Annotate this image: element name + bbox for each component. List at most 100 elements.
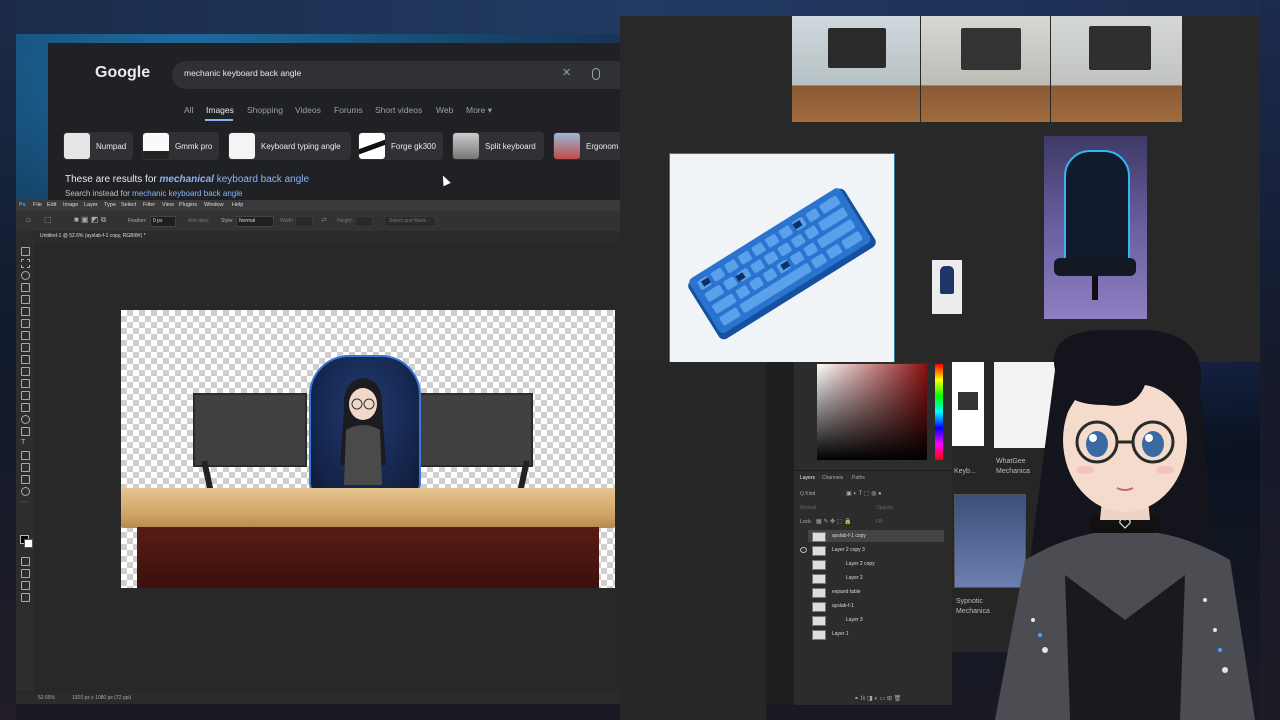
zoom-tool-icon[interactable] <box>21 487 30 496</box>
menu-select[interactable]: Select <box>121 202 136 208</box>
layer-filter-icons[interactable]: ▣ ◐ T ⬚ ◍ ● <box>846 490 882 497</box>
tab-videos[interactable]: Videos <box>295 105 321 115</box>
blur-tool-icon[interactable] <box>21 403 30 412</box>
result-label[interactable]: Keyb... <box>954 468 976 475</box>
menu-filter[interactable]: Filter <box>143 202 155 208</box>
quick-mask-icon[interactable] <box>21 557 30 566</box>
hue-slider[interactable] <box>935 364 943 460</box>
microphone-icon[interactable] <box>592 68 600 80</box>
color-saturation-field[interactable] <box>817 364 927 460</box>
chip-gmmk-pro[interactable]: Gmmk pro <box>142 132 219 160</box>
small-chair-photo[interactable] <box>932 260 962 314</box>
tab-forums[interactable]: Forums <box>334 105 363 115</box>
corrected-word-link[interactable]: mechanical <box>159 174 213 185</box>
reference-monitor-photo-1[interactable] <box>792 16 920 122</box>
layer-filter-kind[interactable]: Q Kind <box>800 491 815 497</box>
chip-forge-gk300[interactable]: Forge gk300 <box>358 132 443 160</box>
tab-paths[interactable]: Paths <box>852 475 865 481</box>
layer-row[interactable]: Layer 3 <box>808 614 944 626</box>
zoom-level[interactable]: 52.65% <box>38 695 55 701</box>
reference-monitor-photo-2[interactable] <box>921 16 1050 122</box>
search-box[interactable]: mechanic keyboard back angle ✕ <box>172 61 620 89</box>
layer-row[interactable]: Layer 2 copy 3 <box>800 544 944 556</box>
frame-tool-icon[interactable] <box>21 307 30 316</box>
eraser-tool-icon[interactable] <box>21 379 30 388</box>
menu-plugins[interactable]: Plugins <box>179 202 197 208</box>
lock-icons[interactable]: ▦ ✎ ✥ ⬚ 🔒 <box>816 518 852 525</box>
rectangle-tool-icon[interactable] <box>21 463 30 472</box>
path-selection-tool-icon[interactable] <box>21 451 30 460</box>
menu-help[interactable]: Help <box>232 202 243 208</box>
width-input[interactable] <box>295 216 313 227</box>
chip-ergonomic[interactable]: Ergonom <box>553 132 620 160</box>
home-icon[interactable]: ⌂ <box>26 215 31 224</box>
google-logo[interactable]: Google <box>95 64 150 82</box>
type-tool-icon[interactable]: T <box>21 439 28 446</box>
move-tool-icon[interactable] <box>21 247 30 256</box>
hand-tool-icon[interactable] <box>21 475 30 484</box>
chip-numpad[interactable]: Numpad <box>63 132 133 160</box>
menu-edit[interactable]: Edit <box>47 202 56 208</box>
screen-mode-icon[interactable] <box>21 569 30 578</box>
tab-channels[interactable]: Channels <box>822 475 843 481</box>
edit-toolbar-icon[interactable] <box>21 593 30 602</box>
select-and-mask-button[interactable]: Select and Mask... <box>384 216 436 227</box>
search-instead-link[interactable]: mechanic keyboard back angle <box>132 189 242 198</box>
feather-input[interactable]: 0 px <box>150 216 176 227</box>
document-canvas[interactable] <box>121 310 615 588</box>
document-tab[interactable]: Untitled-1 @ 52.6% (ayslab-f-1 copy, RGB… <box>40 233 146 243</box>
artboard-icon[interactable] <box>21 581 30 590</box>
menu-view[interactable]: View <box>162 202 174 208</box>
healing-brush-tool-icon[interactable] <box>21 331 30 340</box>
eyedropper-tool-icon[interactable] <box>21 319 30 328</box>
tab-all[interactable]: All <box>184 105 193 115</box>
more-tools-icon[interactable]: ··· <box>21 499 28 506</box>
menu-window[interactable]: Window <box>204 202 224 208</box>
tab-images[interactable]: Images <box>206 105 234 115</box>
corrected-rest-link[interactable]: keyboard back angle <box>214 174 309 185</box>
swap-icon[interactable]: ⇄ <box>321 216 327 224</box>
search-input[interactable]: mechanic keyboard back angle <box>184 68 301 78</box>
selection-mode-icons[interactable]: ■ ▣ ◩ ⧉ <box>74 215 106 225</box>
height-input[interactable] <box>355 216 373 227</box>
clone-stamp-tool-icon[interactable] <box>21 355 30 364</box>
layer-row[interactable]: ayslab-f-1 copy <box>808 530 944 542</box>
lasso-tool-icon[interactable] <box>21 271 30 280</box>
reference-keyboard-thumb[interactable] <box>952 362 984 446</box>
chip-keyboard-typing-angle[interactable]: Keyboard typing angle <box>228 132 351 160</box>
blend-mode-select[interactable]: Normal <box>800 505 816 511</box>
layer-action-icons[interactable]: ⚭ fx ◨ ◐ ▭ ⊞ 🗑 <box>854 695 901 702</box>
tab-more[interactable]: More ▾ <box>466 105 492 116</box>
tab-short-videos[interactable]: Short videos <box>375 105 422 115</box>
menu-type[interactable]: Type <box>104 202 116 208</box>
menu-image[interactable]: Image <box>63 202 78 208</box>
background-color-swatch[interactable] <box>24 539 33 548</box>
tab-web[interactable]: Web <box>436 105 453 115</box>
menu-file[interactable]: File <box>33 202 42 208</box>
layer-row[interactable]: Layer 1 <box>808 628 944 640</box>
menu-layer[interactable]: Layer <box>84 202 98 208</box>
dodge-tool-icon[interactable] <box>21 415 30 424</box>
clear-icon[interactable]: ✕ <box>562 66 571 79</box>
eye-icon[interactable] <box>800 547 807 553</box>
chip-split-keyboard[interactable]: Split keyboard <box>452 132 544 160</box>
reference-monitor-photo-3[interactable] <box>1051 16 1182 122</box>
history-brush-tool-icon[interactable] <box>21 367 30 376</box>
pen-tool-icon[interactable] <box>21 427 30 436</box>
marquee-tool-icon[interactable] <box>21 259 30 268</box>
crop-tool-icon[interactable] <box>21 295 30 304</box>
reference-gaming-chair-photo[interactable] <box>1044 136 1147 319</box>
anti-alias-checkbox[interactable]: Anti-alias <box>188 218 209 224</box>
layer-row[interactable]: Layer 2 copy <box>808 558 944 570</box>
layer-row[interactable]: ayslab-f-1 <box>808 600 944 612</box>
tab-shopping[interactable]: Shopping <box>247 105 283 115</box>
reference-keyboard-photo[interactable] <box>669 153 895 362</box>
gradient-tool-icon[interactable] <box>21 391 30 400</box>
layer-row[interactable]: expand table <box>808 586 944 598</box>
tab-layers[interactable]: Layers <box>800 475 815 481</box>
layer-row[interactable]: Layer 2 <box>808 572 944 584</box>
marquee-tool-icon[interactable]: ⬚ <box>44 215 52 224</box>
style-select[interactable]: Normal <box>236 216 274 227</box>
quick-select-tool-icon[interactable] <box>21 283 30 292</box>
brush-tool-icon[interactable] <box>21 343 30 352</box>
